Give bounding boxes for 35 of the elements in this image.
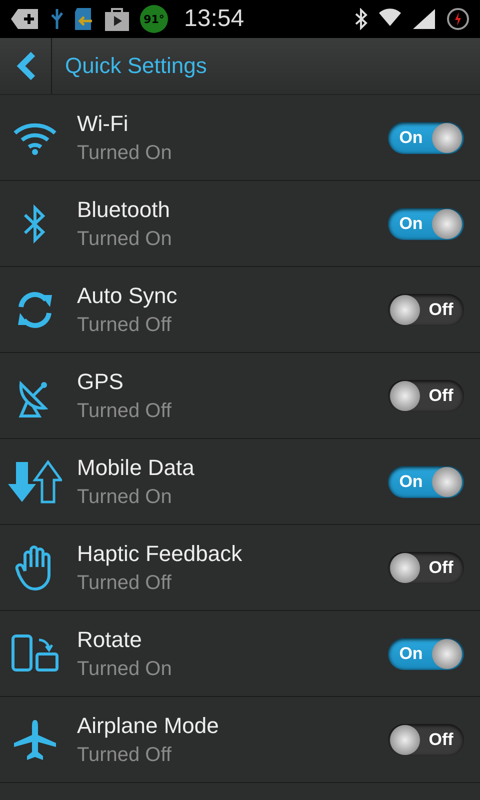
setting-status: Turned Off	[77, 572, 172, 594]
setting-status: Turned On	[77, 486, 173, 508]
toggle-switch[interactable]: Off	[388, 724, 464, 756]
setting-name: Haptic Feedback	[77, 540, 244, 566]
add-tab-icon	[10, 8, 40, 30]
setting-name: Auto Sync	[77, 282, 178, 308]
setting-name: Wi-Fi	[77, 110, 130, 136]
bluetooth-icon	[354, 8, 368, 30]
setting-name: GPS	[77, 368, 124, 394]
signal-icon	[412, 8, 436, 30]
setting-status: Turned On	[77, 658, 173, 680]
rotate-device-icon	[11, 634, 59, 674]
setting-status: Turned On	[77, 142, 173, 164]
usb-icon	[50, 7, 64, 31]
play-store-icon	[104, 6, 130, 32]
toggle-switch[interactable]: Off	[388, 380, 464, 412]
setting-name: Airplane Mode	[77, 712, 220, 738]
clock-time: 13:54	[184, 5, 244, 33]
bluetooth-icon	[22, 204, 48, 244]
toggle-switch[interactable]: Off	[388, 294, 464, 326]
setting-name: Bluetooth	[77, 196, 171, 222]
setting-status: Turned Off	[77, 400, 172, 422]
airplane-icon	[13, 718, 57, 760]
screen-title: Quick Settings	[65, 53, 207, 79]
toggle-switch[interactable]: Off	[388, 552, 464, 584]
setting-status: Turned On	[77, 228, 173, 250]
setting-name: Mobile Data	[77, 454, 196, 480]
battery-level-badge: 91°	[140, 5, 168, 33]
wifi-icon	[12, 120, 58, 154]
setting-status: Turned Off	[77, 744, 172, 766]
setting-status: Turned Off	[77, 314, 172, 336]
sd-card-icon	[74, 7, 94, 31]
battery-charging-icon	[446, 7, 470, 31]
setting-name: Rotate	[77, 626, 143, 652]
up-down-arrows-icon	[8, 460, 62, 504]
